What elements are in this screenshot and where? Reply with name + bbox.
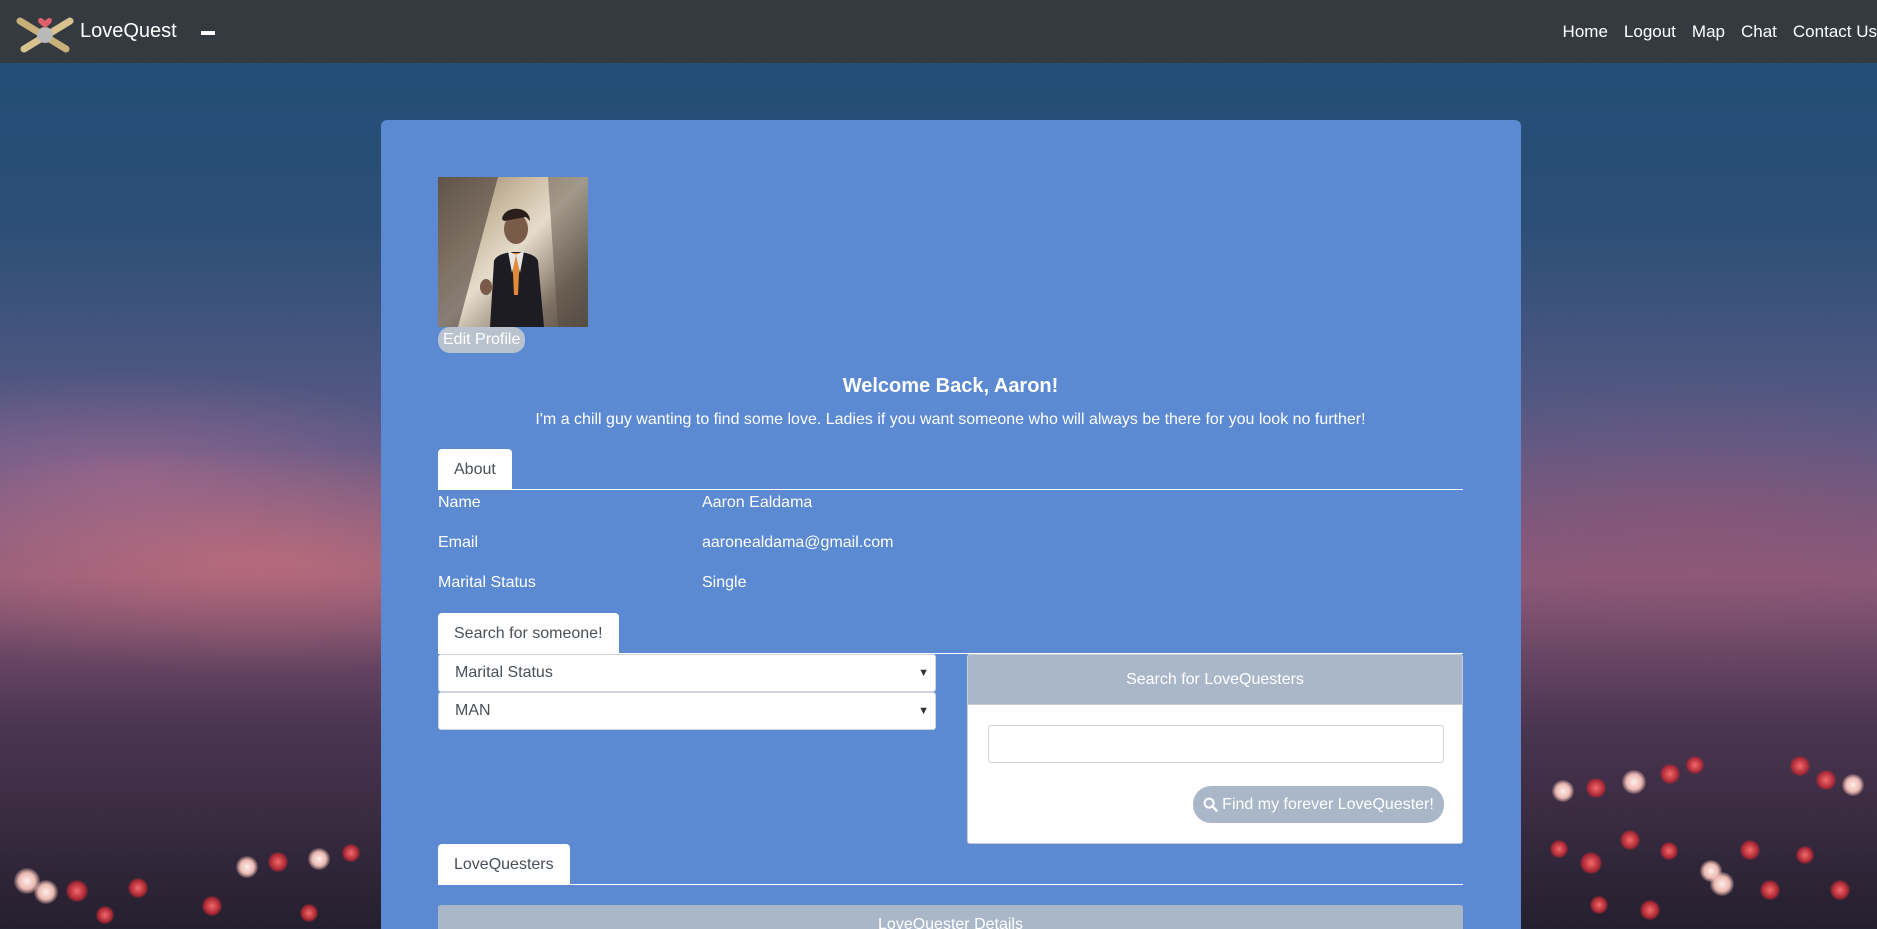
profile-card: Edit Profile Welcome Back, Aaron! I'm a …: [381, 120, 1521, 929]
about-label-email: Email: [438, 534, 479, 551]
about-value-name: Aaron Ealdama: [702, 494, 813, 511]
brand-name: LoveQuest: [80, 20, 177, 42]
welcome-heading: Welcome Back, Aaron!: [842, 375, 1059, 397]
search-panel-title: Search for LoveQuesters: [968, 655, 1462, 705]
nav-link-logout[interactable]: Logout: [1624, 22, 1676, 42]
search-icon: [1203, 797, 1218, 812]
lovequester-details-header: LoveQuester Details: [438, 905, 1463, 929]
nav-link-contact-us[interactable]: Contact Us: [1793, 22, 1877, 42]
search-input[interactable]: [988, 725, 1444, 763]
profile-card-content: Edit Profile Welcome Back, Aaron! I'm a …: [438, 177, 1463, 929]
tab-lovequesters[interactable]: LoveQuesters: [438, 844, 570, 885]
about-label-marital-status: Marital Status: [438, 574, 536, 591]
nav-link-map[interactable]: Map: [1692, 22, 1725, 42]
about-tab-row: About: [438, 449, 1463, 490]
nav-link-chat[interactable]: Chat: [1741, 22, 1777, 42]
chevron-down-icon: ▼: [918, 667, 929, 679]
profile-avatar: [438, 177, 588, 327]
about-value-marital-status: Single: [702, 574, 747, 591]
profile-bio: I'm a chill guy wanting to find some lov…: [535, 411, 1366, 428]
lovequest-logo-icon: [14, 11, 76, 53]
brand-link[interactable]: LoveQuest: [14, 11, 177, 53]
nav-links: Home Logout Map Chat Contact Us: [1563, 0, 1877, 63]
search-panel: Search for LoveQuesters Find my forever …: [967, 654, 1463, 844]
marital-status-select[interactable]: Marital Status ▼: [438, 654, 936, 692]
top-navbar: LoveQuest Home Logout Map Chat Contact U…: [0, 0, 1877, 63]
marital-status-select-value: Marital Status: [455, 664, 553, 681]
find-lovequester-label: Find my forever LoveQuester!: [1222, 795, 1434, 813]
tab-search[interactable]: Search for someone!: [438, 613, 619, 654]
lovequesters-tab-row: LoveQuesters: [438, 844, 1463, 885]
tab-about[interactable]: About: [438, 449, 512, 490]
menu-toggle-icon[interactable]: [200, 30, 215, 35]
about-value-email: aaronealdama@gmail.com: [702, 534, 894, 551]
find-lovequester-button[interactable]: Find my forever LoveQuester!: [1193, 786, 1444, 823]
chevron-down-icon: ▼: [918, 705, 929, 717]
gender-select[interactable]: MAN ▼: [438, 692, 936, 730]
about-label-name: Name: [438, 494, 481, 511]
search-tab-row: Search for someone!: [438, 613, 1463, 654]
edit-profile-button[interactable]: Edit Profile: [438, 327, 526, 353]
nav-link-home[interactable]: Home: [1563, 22, 1608, 42]
gender-select-value: MAN: [455, 702, 491, 719]
